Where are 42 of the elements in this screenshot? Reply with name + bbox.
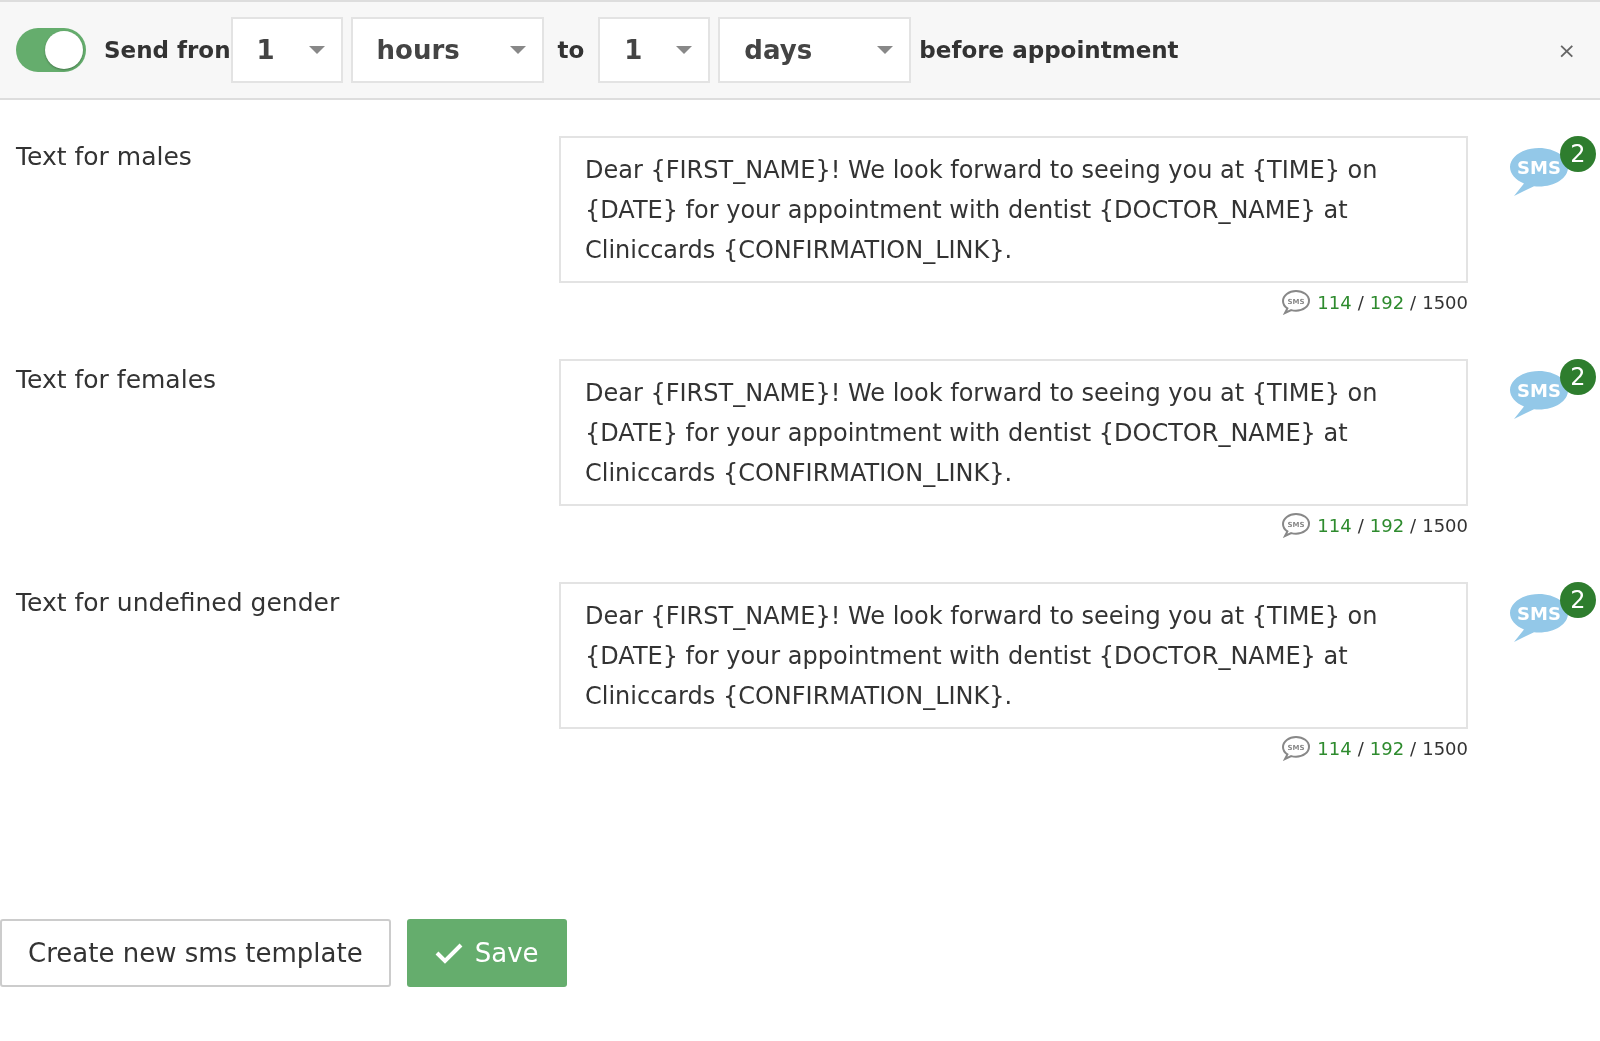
dropdown[interactable]: days xyxy=(718,17,912,83)
separator: / xyxy=(1410,514,1417,536)
sms-bubble-icon: SMS xyxy=(1508,369,1570,421)
caret-icon xyxy=(676,46,693,54)
checkmark-icon xyxy=(434,942,463,964)
caret-icon xyxy=(308,46,325,54)
message-field[interactable]: Dear {FIRST_NAME}! We look forward to seeing you at {TIME} on {DATE} for your appointment with dentist {DOCTOR_NAME} at Cliniccards {CONFIRMATION_LINK}. xyxy=(559,359,1468,506)
sms-limit: 192 xyxy=(1369,737,1405,759)
message-field[interactable]: Dear {FIRST_NAME}! We look forward to seeing you at {TIME} on {DATE} for your appointment with dentist {DOCTOR_NAME} at Cliniccards {CONFIRMATION_LINK}. xyxy=(559,582,1468,729)
sms-limit: 192 xyxy=(1369,514,1405,536)
character-count: 114 xyxy=(1317,737,1352,759)
character-count: 114 xyxy=(1317,291,1352,313)
before-appointment-label: before appointment xyxy=(919,37,1179,63)
caret-icon xyxy=(509,46,526,54)
close-button[interactable]: × xyxy=(1549,37,1584,63)
message-field[interactable]: Dear {FIRST_NAME}! We look forward to seeing you at {TIME} on {DATE} for your appointment with dentist {DOCTOR_NAME} at Cliniccards {CONFIRMATION_LINK}. xyxy=(559,136,1468,283)
create-template-button[interactable]: Create new sms template xyxy=(0,919,391,987)
separator: / xyxy=(1410,737,1417,759)
count-badge: 2 xyxy=(1560,136,1596,172)
max-length: 1500 xyxy=(1422,737,1468,759)
field-label: Text for undefined gender xyxy=(15,587,341,619)
dropdown[interactable]: 1 xyxy=(230,17,343,83)
sms-limit: 192 xyxy=(1369,291,1405,313)
separator: / xyxy=(1410,291,1417,313)
field-label: Text for females xyxy=(15,364,218,396)
separator: / xyxy=(1357,291,1364,313)
max-length: 1500 xyxy=(1422,291,1468,313)
count-badge: 2 xyxy=(1560,359,1596,395)
caret-icon xyxy=(877,46,894,54)
sms-bubble-icon: SMS xyxy=(1508,146,1570,198)
separator: / xyxy=(1357,737,1364,759)
sms-bubble-icon: SMS xyxy=(1508,592,1570,644)
count-badge: 2 xyxy=(1560,582,1596,618)
to-label: to xyxy=(557,37,585,63)
dropdown[interactable]: hours xyxy=(350,17,544,83)
send-from-label: Send fron xyxy=(104,37,231,63)
toggle-switch[interactable] xyxy=(16,28,86,72)
field-label: Text for males xyxy=(15,141,193,173)
max-length: 1500 xyxy=(1422,514,1468,536)
character-count: 114 xyxy=(1317,514,1352,536)
dropdown[interactable]: 1 xyxy=(598,17,711,83)
separator: / xyxy=(1357,514,1364,536)
